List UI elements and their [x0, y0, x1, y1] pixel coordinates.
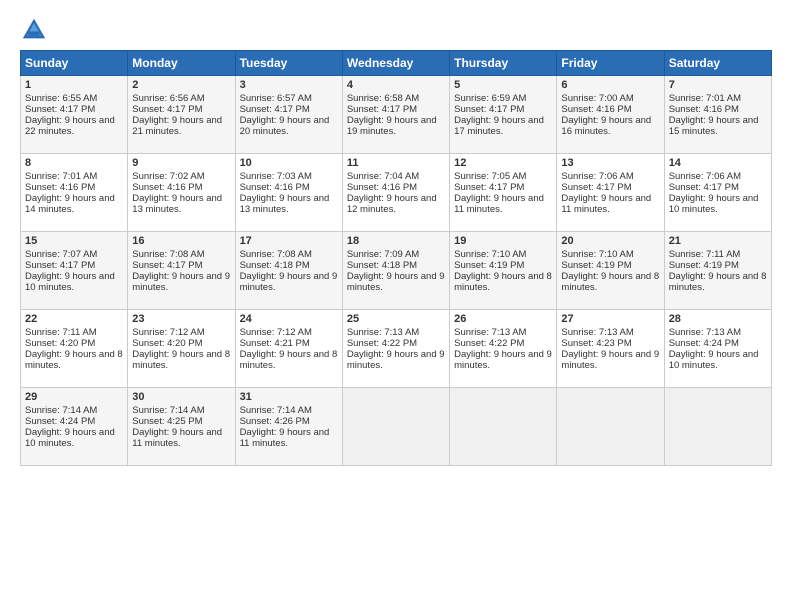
day-number: 10 — [240, 157, 338, 169]
calendar-day-cell — [342, 388, 449, 466]
calendar-day-cell: 6Sunrise: 7:00 AMSunset: 4:16 PMDaylight… — [557, 76, 664, 154]
day-number: 1 — [25, 79, 123, 91]
calendar-day-cell: 18Sunrise: 7:09 AMSunset: 4:18 PMDayligh… — [342, 232, 449, 310]
day-number: 20 — [561, 235, 659, 247]
day-number: 7 — [669, 79, 767, 91]
calendar-day-cell: 4Sunrise: 6:58 AMSunset: 4:17 PMDaylight… — [342, 76, 449, 154]
day-number: 6 — [561, 79, 659, 91]
calendar-day-cell: 23Sunrise: 7:12 AMSunset: 4:20 PMDayligh… — [128, 310, 235, 388]
calendar-day-cell: 13Sunrise: 7:06 AMSunset: 4:17 PMDayligh… — [557, 154, 664, 232]
day-number: 5 — [454, 79, 552, 91]
calendar-week-row: 15Sunrise: 7:07 AMSunset: 4:17 PMDayligh… — [21, 232, 772, 310]
day-number: 3 — [240, 79, 338, 91]
day-number: 30 — [132, 391, 230, 403]
calendar-day-cell: 20Sunrise: 7:10 AMSunset: 4:19 PMDayligh… — [557, 232, 664, 310]
calendar-week-row: 8Sunrise: 7:01 AMSunset: 4:16 PMDaylight… — [21, 154, 772, 232]
day-number: 28 — [669, 313, 767, 325]
calendar-day-cell: 8Sunrise: 7:01 AMSunset: 4:16 PMDaylight… — [21, 154, 128, 232]
weekday-header: Monday — [128, 51, 235, 76]
day-number: 2 — [132, 79, 230, 91]
calendar-day-cell — [557, 388, 664, 466]
day-number: 12 — [454, 157, 552, 169]
calendar-day-cell: 17Sunrise: 7:08 AMSunset: 4:18 PMDayligh… — [235, 232, 342, 310]
calendar-week-row: 1Sunrise: 6:55 AMSunset: 4:17 PMDaylight… — [21, 76, 772, 154]
header — [20, 16, 772, 44]
calendar-day-cell: 21Sunrise: 7:11 AMSunset: 4:19 PMDayligh… — [664, 232, 771, 310]
weekday-header: Sunday — [21, 51, 128, 76]
calendar-day-cell: 29Sunrise: 7:14 AMSunset: 4:24 PMDayligh… — [21, 388, 128, 466]
day-number: 22 — [25, 313, 123, 325]
calendar-day-cell: 2Sunrise: 6:56 AMSunset: 4:17 PMDaylight… — [128, 76, 235, 154]
calendar-week-row: 22Sunrise: 7:11 AMSunset: 4:20 PMDayligh… — [21, 310, 772, 388]
day-number: 21 — [669, 235, 767, 247]
day-number: 16 — [132, 235, 230, 247]
logo-icon — [20, 16, 48, 44]
weekday-header: Thursday — [450, 51, 557, 76]
page-container: SundayMondayTuesdayWednesdayThursdayFrid… — [0, 0, 792, 476]
day-number: 13 — [561, 157, 659, 169]
calendar-day-cell: 1Sunrise: 6:55 AMSunset: 4:17 PMDaylight… — [21, 76, 128, 154]
day-number: 9 — [132, 157, 230, 169]
calendar-table: SundayMondayTuesdayWednesdayThursdayFrid… — [20, 50, 772, 466]
weekday-header: Friday — [557, 51, 664, 76]
calendar-day-cell: 22Sunrise: 7:11 AMSunset: 4:20 PMDayligh… — [21, 310, 128, 388]
day-number: 26 — [454, 313, 552, 325]
day-number: 17 — [240, 235, 338, 247]
day-number: 27 — [561, 313, 659, 325]
day-number: 24 — [240, 313, 338, 325]
calendar-day-cell: 11Sunrise: 7:04 AMSunset: 4:16 PMDayligh… — [342, 154, 449, 232]
day-number: 4 — [347, 79, 445, 91]
day-number: 25 — [347, 313, 445, 325]
weekday-header: Saturday — [664, 51, 771, 76]
day-number: 18 — [347, 235, 445, 247]
calendar-day-cell: 3Sunrise: 6:57 AMSunset: 4:17 PMDaylight… — [235, 76, 342, 154]
calendar-day-cell: 31Sunrise: 7:14 AMSunset: 4:26 PMDayligh… — [235, 388, 342, 466]
calendar-day-cell — [664, 388, 771, 466]
calendar-day-cell: 24Sunrise: 7:12 AMSunset: 4:21 PMDayligh… — [235, 310, 342, 388]
calendar-day-cell: 9Sunrise: 7:02 AMSunset: 4:16 PMDaylight… — [128, 154, 235, 232]
calendar-day-cell: 26Sunrise: 7:13 AMSunset: 4:22 PMDayligh… — [450, 310, 557, 388]
calendar-day-cell: 15Sunrise: 7:07 AMSunset: 4:17 PMDayligh… — [21, 232, 128, 310]
weekday-header: Wednesday — [342, 51, 449, 76]
calendar-day-cell: 12Sunrise: 7:05 AMSunset: 4:17 PMDayligh… — [450, 154, 557, 232]
calendar-body: 1Sunrise: 6:55 AMSunset: 4:17 PMDaylight… — [21, 76, 772, 466]
day-number: 31 — [240, 391, 338, 403]
logo — [20, 16, 50, 44]
day-number: 29 — [25, 391, 123, 403]
calendar-day-cell: 7Sunrise: 7:01 AMSunset: 4:16 PMDaylight… — [664, 76, 771, 154]
calendar-day-cell: 10Sunrise: 7:03 AMSunset: 4:16 PMDayligh… — [235, 154, 342, 232]
calendar-day-cell — [450, 388, 557, 466]
calendar-header-row: SundayMondayTuesdayWednesdayThursdayFrid… — [21, 51, 772, 76]
calendar-day-cell: 28Sunrise: 7:13 AMSunset: 4:24 PMDayligh… — [664, 310, 771, 388]
calendar-week-row: 29Sunrise: 7:14 AMSunset: 4:24 PMDayligh… — [21, 388, 772, 466]
calendar-day-cell: 27Sunrise: 7:13 AMSunset: 4:23 PMDayligh… — [557, 310, 664, 388]
calendar-day-cell: 16Sunrise: 7:08 AMSunset: 4:17 PMDayligh… — [128, 232, 235, 310]
weekday-header: Tuesday — [235, 51, 342, 76]
calendar-day-cell: 19Sunrise: 7:10 AMSunset: 4:19 PMDayligh… — [450, 232, 557, 310]
calendar-day-cell: 5Sunrise: 6:59 AMSunset: 4:17 PMDaylight… — [450, 76, 557, 154]
day-number: 11 — [347, 157, 445, 169]
calendar-day-cell: 25Sunrise: 7:13 AMSunset: 4:22 PMDayligh… — [342, 310, 449, 388]
calendar-day-cell: 14Sunrise: 7:06 AMSunset: 4:17 PMDayligh… — [664, 154, 771, 232]
day-number: 23 — [132, 313, 230, 325]
day-number: 15 — [25, 235, 123, 247]
day-number: 19 — [454, 235, 552, 247]
calendar-day-cell: 30Sunrise: 7:14 AMSunset: 4:25 PMDayligh… — [128, 388, 235, 466]
day-number: 8 — [25, 157, 123, 169]
day-number: 14 — [669, 157, 767, 169]
